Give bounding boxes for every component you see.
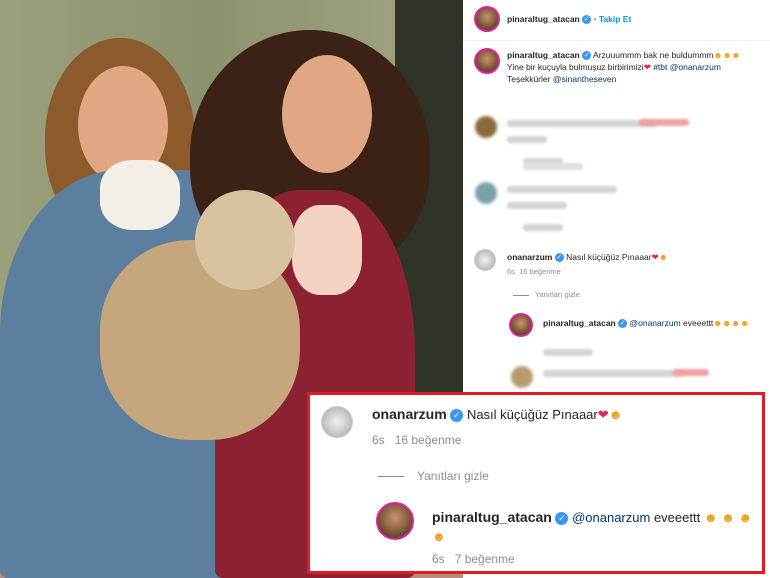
right-woman-face xyxy=(282,55,372,173)
blurred-avatar xyxy=(511,366,533,388)
caption-line2: Yine bir kuçuyla bulmuşuz birbirimizi xyxy=(507,62,644,72)
hide-replies-line xyxy=(513,295,529,296)
dog-face xyxy=(195,190,295,290)
zoom-reply-likes[interactable]: 7 beğenme xyxy=(455,552,515,566)
reply-username[interactable]: pinaraltug_atacan xyxy=(543,318,616,328)
caption-mention-onanarzum[interactable]: @onanarzum xyxy=(670,62,721,72)
zoom-comment-username[interactable]: onanarzum xyxy=(372,406,447,422)
hide-replies-button[interactable]: Yanıtları gizle xyxy=(535,290,580,299)
zoom-comment-likes[interactable]: 16 beğenme xyxy=(395,433,462,447)
smiling-heart-emoji-icon: ☻☻☻ xyxy=(713,50,741,60)
smiling-heart-emoji-icon: ☻ xyxy=(608,407,623,422)
zoom-reply-meta: 6s 7 beğenme xyxy=(432,552,515,566)
blurred-avatar xyxy=(475,182,497,204)
caption-line1: Arzuuummm bak ne buldummm xyxy=(593,50,714,60)
smiling-heart-emoji-icon: ☻ xyxy=(432,529,446,544)
zoom-comment: onanarzum ✓ Nasıl küçüğüz Pınaaar❤☻ xyxy=(372,406,622,423)
zoom-reply-time: 6s xyxy=(432,552,445,566)
caption-hashtag[interactable]: #tbt xyxy=(653,62,667,72)
zoom-comment-avatar[interactable] xyxy=(321,406,353,438)
heart-emoji-icon: ❤ xyxy=(597,407,609,422)
caption-mention-sinantheseven[interactable]: @sinantheseven xyxy=(553,74,616,84)
blurred-text xyxy=(543,370,683,377)
blurred-text xyxy=(543,349,593,356)
blurred-text xyxy=(523,224,563,231)
reply: pinaraltug_atacan ✓ @onanarzum eveeettt☻… xyxy=(543,317,768,329)
blurred-text xyxy=(523,163,583,170)
verified-badge-icon: ✓ xyxy=(555,512,569,526)
zoom-reply-text: eveeettt xyxy=(653,510,701,525)
comment-text: Nasıl küçüğüz Pınaaar xyxy=(566,252,652,262)
smiling-heart-emoji-icon: ☻ xyxy=(658,252,668,262)
zoom-reply-username[interactable]: pinaraltug_atacan xyxy=(432,509,552,525)
blurred-text xyxy=(507,120,657,127)
zoom-comment-meta: 6s 16 beğenme xyxy=(372,433,461,447)
verified-badge-icon: ✓ xyxy=(554,253,564,263)
blurred-text xyxy=(507,186,617,193)
zoom-reply: pinaraltug_atacan ✓ @onanarzum eveeettt … xyxy=(432,509,762,526)
right-woman-top xyxy=(292,205,362,295)
zoom-hide-replies-line xyxy=(378,476,404,477)
comment-avatar[interactable] xyxy=(474,249,496,271)
header-divider xyxy=(463,40,770,41)
zoom-reply-mention[interactable]: @onanarzum xyxy=(572,510,650,525)
smiling-heart-emoji-icon: ☻☻☻☻ xyxy=(713,318,750,328)
left-woman-scarf xyxy=(100,160,180,230)
blurred-emoji xyxy=(639,119,689,126)
post-header: pinaraltug_atacan ✓ • Takip Et xyxy=(507,14,631,25)
blurred-emoji xyxy=(673,369,709,376)
caption-line3: Teşekkürler xyxy=(507,74,551,84)
verified-badge-icon: ✓ xyxy=(618,319,628,329)
header-username[interactable]: pinaraltug_atacan xyxy=(507,14,580,24)
follow-button[interactable]: Takip Et xyxy=(599,14,631,24)
caption: pinaraltug_atacan ✓ Arzuuummm bak ne bul… xyxy=(507,49,767,85)
zoom-comment-time: 6s xyxy=(372,433,385,447)
reply-text: eveeettt xyxy=(683,318,714,328)
instagram-comments-panel: pinaraltug_atacan ✓ • Takip Et pinaraltu… xyxy=(463,0,770,400)
header-separator: • xyxy=(593,14,597,24)
comment-username[interactable]: onanarzum xyxy=(507,252,552,262)
zoom-reply-avatar[interactable] xyxy=(376,502,414,540)
verified-badge-icon: ✓ xyxy=(450,409,464,423)
comment: onanarzum ✓ Nasıl küçüğüz Pınaaar❤☻ xyxy=(507,252,668,263)
zoom-comment-text: Nasıl küçüğüz Pınaaar xyxy=(466,407,598,422)
caption-username[interactable]: pinaraltug_atacan xyxy=(507,50,580,60)
comment-meta: 6s 16 beğenme xyxy=(507,267,561,276)
blurred-text xyxy=(507,136,547,143)
verified-badge-icon: ✓ xyxy=(582,51,592,61)
blurred-text xyxy=(507,202,567,209)
reply-avatar[interactable] xyxy=(509,313,533,337)
zoomed-comments-highlight: onanarzum ✓ Nasıl küçüğüz Pınaaar❤☻ 6s 1… xyxy=(307,392,765,574)
heart-emoji-icon: ❤ xyxy=(651,252,659,262)
zoom-hide-replies-button[interactable]: Yanıtları gizle xyxy=(417,469,489,483)
reply-mention[interactable]: @onanarzum xyxy=(630,318,681,328)
verified-badge-icon: ✓ xyxy=(582,15,592,25)
header-avatar[interactable] xyxy=(474,6,500,32)
blurred-avatar xyxy=(475,116,497,138)
smiling-heart-emoji-icon: ☻ ☻ ☻ xyxy=(703,510,753,525)
comment-likes[interactable]: 16 beğenme xyxy=(519,267,561,276)
caption-avatar[interactable] xyxy=(474,48,500,74)
comment-time: 6s xyxy=(507,267,515,276)
heart-emoji-icon: ❤ xyxy=(643,62,651,72)
